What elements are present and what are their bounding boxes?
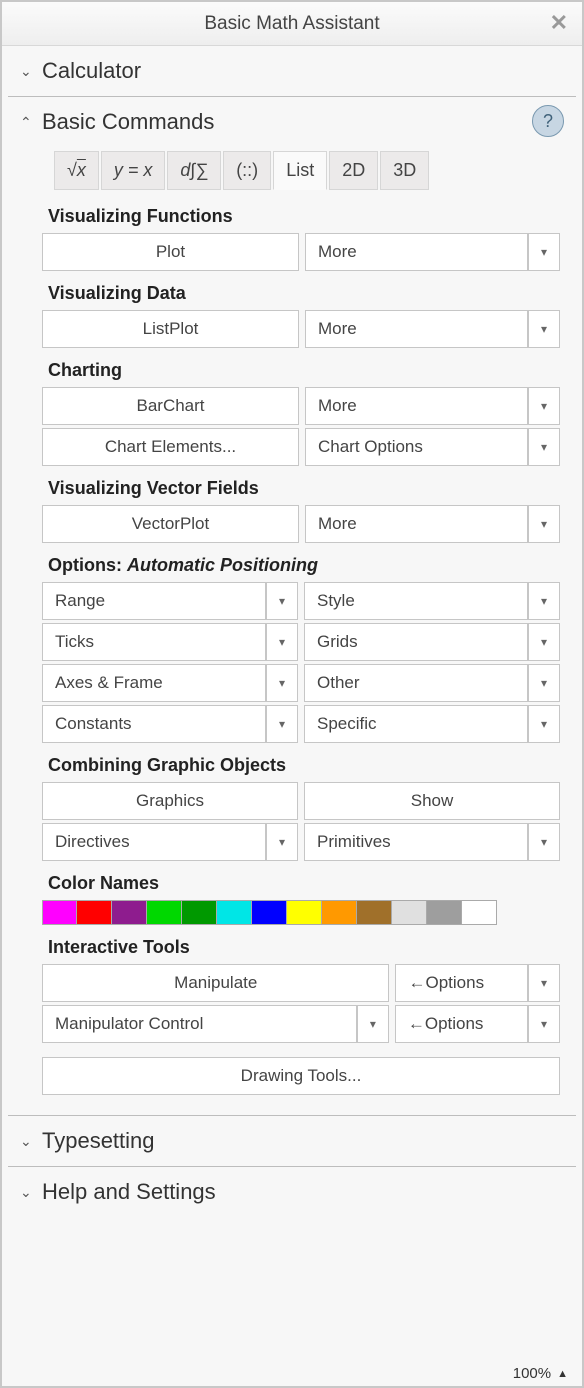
color-swatch[interactable]: [252, 900, 287, 925]
tab-calculus[interactable]: d∫∑: [167, 151, 221, 190]
dropdown-arrow-icon[interactable]: ▾: [266, 823, 298, 861]
tab-matrix[interactable]: (::): [223, 151, 271, 190]
section-typesetting[interactable]: ⌄ Typesetting: [2, 1116, 582, 1166]
style-dropdown[interactable]: Style: [304, 582, 528, 620]
dropdown-arrow-icon[interactable]: ▾: [266, 582, 298, 620]
chevron-down-icon: ⌄: [20, 1184, 34, 1201]
section-help-settings[interactable]: ⌄ Help and Settings: [2, 1167, 582, 1217]
color-swatch[interactable]: [112, 900, 147, 925]
primitives-dropdown[interactable]: Primitives: [304, 823, 528, 861]
tab-3d[interactable]: 3D: [380, 151, 429, 190]
close-icon[interactable]: ✕: [550, 10, 568, 36]
group-charting: Charting: [48, 360, 560, 381]
dropdown-arrow-icon[interactable]: ▾: [266, 705, 298, 743]
group-vector-fields: Visualizing Vector Fields: [48, 478, 560, 499]
zoom-control[interactable]: 100% ▲: [513, 1365, 568, 1382]
group-combining: Combining Graphic Objects: [48, 755, 560, 776]
chevron-up-icon: ⌃: [20, 114, 34, 131]
group-visualizing-data: Visualizing Data: [48, 283, 560, 304]
section-label: Help and Settings: [42, 1179, 216, 1205]
help-button[interactable]: ?: [532, 105, 564, 137]
axes-frame-dropdown[interactable]: Axes & Frame: [42, 664, 266, 702]
chevron-down-icon: ⌄: [20, 1133, 34, 1150]
group-visualizing-functions: Visualizing Functions: [48, 206, 560, 227]
group-interactive-tools: Interactive Tools: [48, 937, 560, 958]
tab-2d[interactable]: 2D: [329, 151, 378, 190]
command-tabs: √x y = x d∫∑ (::) List 2D 3D: [54, 151, 560, 190]
section-label: Basic Commands: [42, 109, 214, 135]
color-swatch[interactable]: [77, 900, 112, 925]
dropdown-arrow-icon[interactable]: ▾: [266, 623, 298, 661]
color-swatch[interactable]: [287, 900, 322, 925]
drawing-tools-button[interactable]: Drawing Tools...: [42, 1057, 560, 1095]
vectorplot-more-dropdown: More ▾: [305, 505, 560, 543]
other-dropdown[interactable]: Other: [304, 664, 528, 702]
dropdown-arrow-icon[interactable]: ▾: [528, 623, 560, 661]
listplot-button[interactable]: ListPlot: [42, 310, 299, 348]
range-dropdown[interactable]: Range: [42, 582, 266, 620]
window-title: Basic Math Assistant: [204, 13, 379, 35]
dropdown-arrow-icon[interactable]: ▾: [528, 505, 560, 543]
color-swatch[interactable]: [182, 900, 217, 925]
dropdown-arrow-icon[interactable]: ▾: [528, 823, 560, 861]
chevron-down-icon: ⌄: [20, 63, 34, 80]
color-swatch[interactable]: [462, 900, 497, 925]
manipulate-button[interactable]: Manipulate: [42, 964, 389, 1002]
titlebar: Basic Math Assistant ✕: [2, 2, 582, 46]
color-swatch[interactable]: [322, 900, 357, 925]
dropdown-arrow-icon[interactable]: ▾: [528, 387, 560, 425]
color-swatch[interactable]: [217, 900, 252, 925]
dropdown-arrow-icon[interactable]: ▾: [528, 664, 560, 702]
triangle-up-icon: ▲: [557, 1368, 568, 1380]
barchart-button[interactable]: BarChart: [42, 387, 299, 425]
section-label: Calculator: [42, 58, 141, 84]
grids-dropdown[interactable]: Grids: [304, 623, 528, 661]
group-color-names: Color Names: [48, 873, 560, 894]
dropdown-arrow-icon[interactable]: ▾: [528, 428, 560, 466]
dropdown-arrow-icon[interactable]: ▾: [357, 1005, 389, 1043]
manipulate-options-dropdown[interactable]: ←Options: [395, 964, 528, 1002]
dropdown-arrow-icon[interactable]: ▾: [528, 705, 560, 743]
color-swatch[interactable]: [427, 900, 462, 925]
graphics-button[interactable]: Graphics: [42, 782, 298, 820]
tab-yeqx[interactable]: y = x: [101, 151, 166, 190]
plot-more-dropdown: More ▾: [305, 233, 560, 271]
dropdown-arrow-icon[interactable]: ▾: [528, 582, 560, 620]
chart-elements-button[interactable]: Chart Elements...: [42, 428, 299, 466]
color-swatch[interactable]: [42, 900, 77, 925]
color-swatch[interactable]: [392, 900, 427, 925]
tab-sqrt[interactable]: √x: [54, 151, 99, 190]
dropdown-arrow-icon[interactable]: ▾: [528, 964, 560, 1002]
section-basic-commands[interactable]: ⌃ Basic Commands ?: [2, 97, 582, 141]
color-swatch[interactable]: [147, 900, 182, 925]
constants-dropdown[interactable]: Constants: [42, 705, 266, 743]
zoom-value: 100%: [513, 1365, 551, 1382]
show-button[interactable]: Show: [304, 782, 560, 820]
plot-more-label[interactable]: More: [305, 233, 528, 271]
section-calculator[interactable]: ⌄ Calculator: [2, 46, 582, 96]
section-label: Typesetting: [42, 1128, 155, 1154]
dropdown-arrow-icon[interactable]: ▾: [266, 664, 298, 702]
manipulator-control-dropdown[interactable]: Manipulator Control: [42, 1005, 357, 1043]
directives-dropdown[interactable]: Directives: [42, 823, 266, 861]
vectorplot-button[interactable]: VectorPlot: [42, 505, 299, 543]
dropdown-arrow-icon[interactable]: ▾: [528, 233, 560, 271]
ticks-dropdown[interactable]: Ticks: [42, 623, 266, 661]
dropdown-arrow-icon[interactable]: ▾: [528, 1005, 560, 1043]
dropdown-arrow-icon[interactable]: ▾: [528, 310, 560, 348]
specific-dropdown[interactable]: Specific: [304, 705, 528, 743]
chart-options-dropdown: Chart Options ▾: [305, 428, 560, 466]
color-swatches: [42, 900, 560, 925]
manipulator-options-dropdown[interactable]: ←Options: [395, 1005, 528, 1043]
barchart-more-dropdown: More ▾: [305, 387, 560, 425]
group-options: Options: Automatic Positioning: [48, 555, 560, 576]
listplot-more-dropdown: More ▾: [305, 310, 560, 348]
plot-button[interactable]: Plot: [42, 233, 299, 271]
color-swatch[interactable]: [357, 900, 392, 925]
tab-list[interactable]: List: [273, 151, 327, 190]
